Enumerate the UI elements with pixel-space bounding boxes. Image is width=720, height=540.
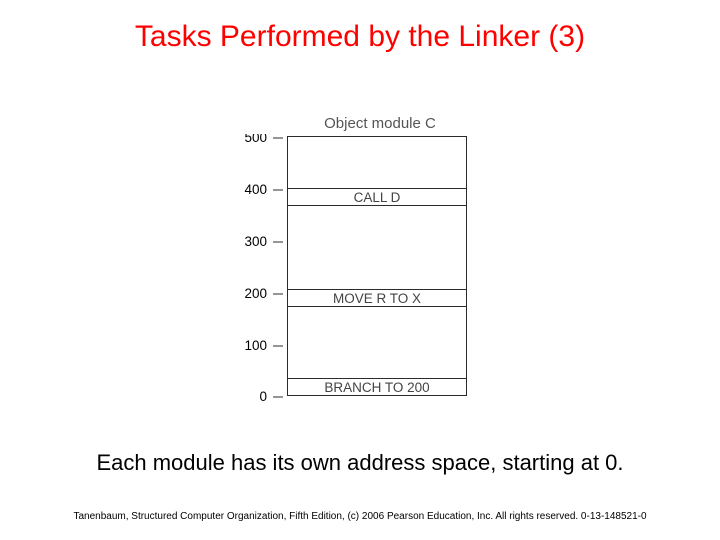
module-row: BRANCH TO 200 bbox=[288, 379, 466, 396]
module-diagram: Object module C 500 400 300 200 100 0 CA… bbox=[235, 115, 485, 396]
addr-300: 300 bbox=[244, 234, 267, 249]
slide-title: Tasks Performed by the Linker (3) bbox=[0, 20, 720, 54]
addr-500: 500 bbox=[244, 134, 267, 145]
slide-caption: Each module has its own address space, s… bbox=[0, 450, 720, 476]
address-axis: 500 400 300 200 100 0 bbox=[229, 134, 285, 404]
slide-footer: Tanenbaum, Structured Computer Organizat… bbox=[0, 511, 720, 522]
module-body: CALL D MOVE R TO X BRANCH TO 200 bbox=[287, 136, 467, 396]
module-row: MOVE R TO X bbox=[288, 290, 466, 307]
addr-100: 100 bbox=[244, 338, 267, 353]
module-row bbox=[288, 206, 466, 290]
addr-400: 400 bbox=[244, 182, 267, 197]
module-title: Object module C bbox=[275, 115, 485, 132]
module-row bbox=[288, 307, 466, 379]
module-row: CALL D bbox=[288, 189, 466, 206]
slide: Tasks Performed by the Linker (3) Object… bbox=[0, 0, 720, 540]
addr-0: 0 bbox=[259, 389, 267, 404]
addr-200: 200 bbox=[244, 286, 267, 301]
module-row bbox=[288, 137, 466, 189]
